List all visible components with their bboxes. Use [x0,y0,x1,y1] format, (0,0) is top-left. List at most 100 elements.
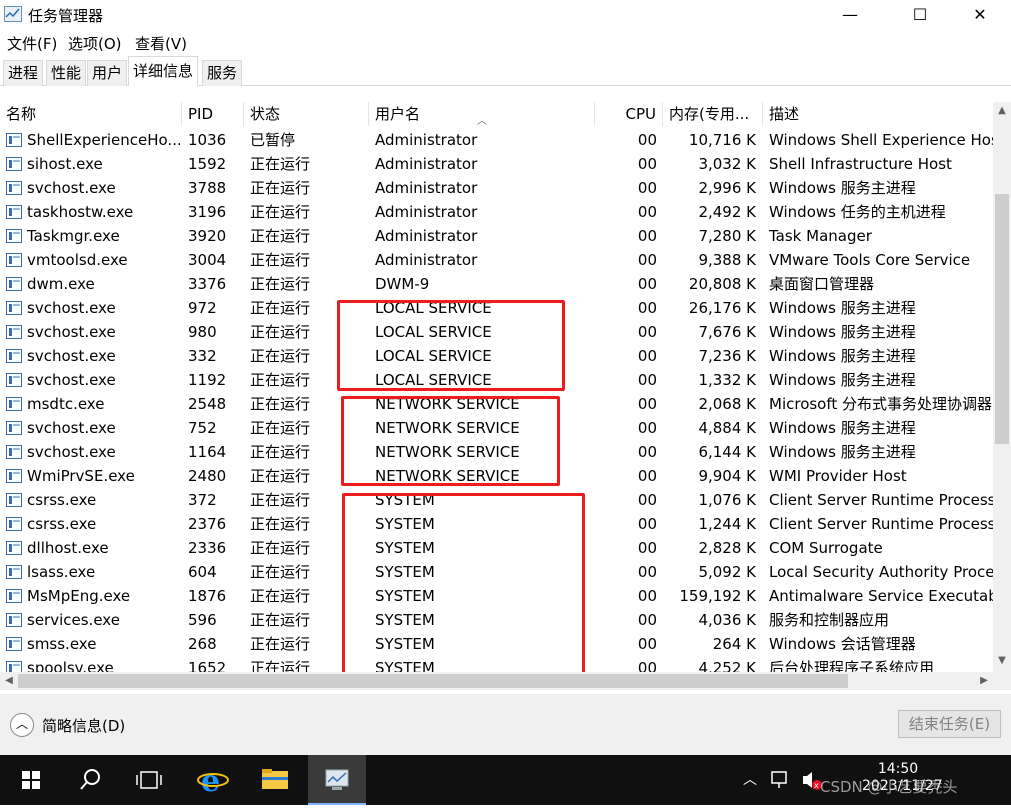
cell-cpu: 00 [637,131,657,149]
cell-cpu: 00 [637,275,657,293]
table-row[interactable]: svchost.exe 3788 正在运行 Administrator 00 2,996 … [0,176,993,200]
tab-processes[interactable]: 进程 [3,60,44,86]
cell-pid: 372 [188,491,217,509]
cell-user: SYSTEM [375,611,435,629]
cell-memory: 7,280 K [698,227,756,245]
horizontal-scroll-thumb[interactable] [18,674,848,688]
table-row[interactable]: smss.exe 268 正在运行 SYSTEM 00 264 K Windows 会话管理… [0,632,993,656]
tab-services[interactable]: 服务 [202,60,243,86]
vertical-scrollbar[interactable]: ▲ ▼ [993,102,1011,672]
cell-name: msdtc.exe [27,395,105,413]
cell-pid: 268 [188,635,217,653]
tab-users[interactable]: 用户 [87,60,128,86]
table-row[interactable]: csrss.exe 2376 正在运行 SYSTEM 00 1,244 K Client S… [0,512,993,536]
cell-cpu: 00 [637,347,657,365]
column-cpu[interactable]: CPU [595,102,663,126]
cell-status: 正在运行 [250,587,311,605]
scroll-right-icon[interactable]: ▶ [975,672,993,690]
vertical-scroll-thumb[interactable] [995,194,1009,444]
table-row[interactable]: WmiPrvSE.exe 2480 正在运行 NETWORK SERVICE 00 9,9… [0,464,993,488]
table-row[interactable]: ShellExperienceHo... 1036 已暂停 Administrator… [0,128,993,152]
menu-view[interactable]: 查看(V) [135,33,187,54]
internet-explorer-icon[interactable]: e [184,755,242,805]
table-row[interactable]: MsMpEng.exe 1876 正在运行 SYSTEM 00 159,192 K Anti… [0,584,993,608]
search-icon[interactable] [61,755,119,805]
chevron-up-tray-icon[interactable]: ︿ [740,755,760,805]
cell-desc: Windows 服务主进程 [769,347,916,365]
table-row[interactable]: vmtoolsd.exe 3004 正在运行 Administrator 00 9,388… [0,248,993,272]
cell-cpu: 00 [637,515,657,533]
cell-user: LOCAL SERVICE [375,371,492,389]
cell-memory: 264 K [712,635,756,653]
cell-cpu: 00 [637,635,657,653]
cell-user: SYSTEM [375,563,435,581]
task-view-icon[interactable] [120,755,178,805]
close-button[interactable]: ✕ [957,0,1003,30]
table-row[interactable]: lsass.exe 604 正在运行 SYSTEM 00 5,092 K Local Sec… [0,560,993,584]
column-memory[interactable]: 内存(专用... [663,102,763,126]
end-task-button[interactable]: 结束任务(E) [898,710,1001,738]
file-explorer-icon[interactable] [246,755,304,805]
cell-status: 正在运行 [250,419,311,437]
cell-name: smss.exe [27,635,97,653]
scroll-down-icon[interactable]: ▼ [993,652,1011,670]
horizontal-scrollbar[interactable]: ◀ ▶ [0,672,993,690]
column-status[interactable]: 状态 [244,102,369,126]
column-description[interactable]: 描述 [763,102,993,126]
cell-cpu: 00 [637,155,657,173]
column-name[interactable]: 名称 [0,102,182,126]
chevron-up-icon[interactable]: ︿ [10,713,34,737]
task-manager-taskbar-icon[interactable] [308,755,366,805]
cell-status: 正在运行 [250,539,311,557]
app-icon [6,613,22,627]
table-row[interactable]: svchost.exe 332 正在运行 LOCAL SERVICE 00 7,236 K… [0,344,993,368]
table-row[interactable]: svchost.exe 972 正在运行 LOCAL SERVICE 00 26,176 … [0,296,993,320]
table-row[interactable]: msdtc.exe 2548 正在运行 NETWORK SERVICE 00 2,068 … [0,392,993,416]
menu-options[interactable]: 选项(O) [68,33,122,54]
scroll-left-icon[interactable]: ◀ [0,672,18,690]
cell-cpu: 00 [637,659,657,672]
table-row[interactable]: svchost.exe 1164 正在运行 NETWORK SERVICE 00 6,14… [0,440,993,464]
cell-user: NETWORK SERVICE [375,395,520,413]
cell-name: lsass.exe [27,563,96,581]
cell-memory: 159,192 K [679,587,756,605]
cell-status: 正在运行 [250,563,311,581]
table-row[interactable]: spoolsv.exe 1652 正在运行 SYSTEM 00 4,252 K 后台处理程序… [0,656,993,672]
cell-pid: 972 [188,299,217,317]
table-row[interactable]: dwm.exe 3376 正在运行 DWM-9 00 20,808 K 桌面窗口管理器 [0,272,993,296]
cell-desc: Windows 服务主进程 [769,179,916,197]
menu-file[interactable]: 文件(F) [7,33,57,54]
tab-details[interactable]: 详细信息 [128,56,199,87]
scroll-up-icon[interactable]: ▲ [993,102,1011,120]
maximize-button[interactable]: ☐ [897,0,943,30]
cell-desc: Windows 服务主进程 [769,443,916,461]
tab-performance[interactable]: 性能 [46,60,87,86]
fewer-details-link[interactable]: 简略信息(D) [42,715,125,736]
table-row[interactable]: dllhost.exe 2336 正在运行 SYSTEM 00 2,828 K COM Su… [0,536,993,560]
printer-icon [6,661,22,672]
table-row[interactable]: svchost.exe 980 正在运行 LOCAL SERVICE 00 7,676 K… [0,320,993,344]
table-row[interactable]: svchost.exe 1192 正在运行 LOCAL SERVICE 00 1,332 … [0,368,993,392]
table-row[interactable]: csrss.exe 372 正在运行 SYSTEM 00 1,076 K Client Se… [0,488,993,512]
table-row[interactable]: services.exe 596 正在运行 SYSTEM 00 4,036 K 服务和控制器… [0,608,993,632]
cell-user: SYSTEM [375,587,435,605]
minimize-button[interactable]: — [827,0,873,30]
column-pid[interactable]: PID [182,102,244,126]
cell-memory: 4,036 K [698,611,756,629]
start-windows-icon[interactable] [2,755,60,805]
cell-name: svchost.exe [27,371,116,389]
cell-status: 正在运行 [250,611,311,629]
cell-status: 正在运行 [250,395,311,413]
cell-desc: Windows 服务主进程 [769,323,916,341]
cell-status: 正在运行 [250,635,311,653]
cell-memory: 4,252 K [698,659,756,672]
table-row[interactable]: svchost.exe 752 正在运行 NETWORK SERVICE 00 4,884… [0,416,993,440]
cell-desc: Windows 会话管理器 [769,635,916,653]
msdtc-icon [6,397,22,411]
cell-pid: 3788 [188,179,227,197]
cell-user: LOCAL SERVICE [375,347,492,365]
table-row[interactable]: taskhostw.exe 3196 正在运行 Administrator 00 2,49… [0,200,993,224]
network-icon[interactable] [770,755,792,805]
table-row[interactable]: sihost.exe 1592 正在运行 Administrator 00 3,032 K… [0,152,993,176]
table-row[interactable]: Taskmgr.exe 3920 正在运行 Administrator 00 7,280 … [0,224,993,248]
